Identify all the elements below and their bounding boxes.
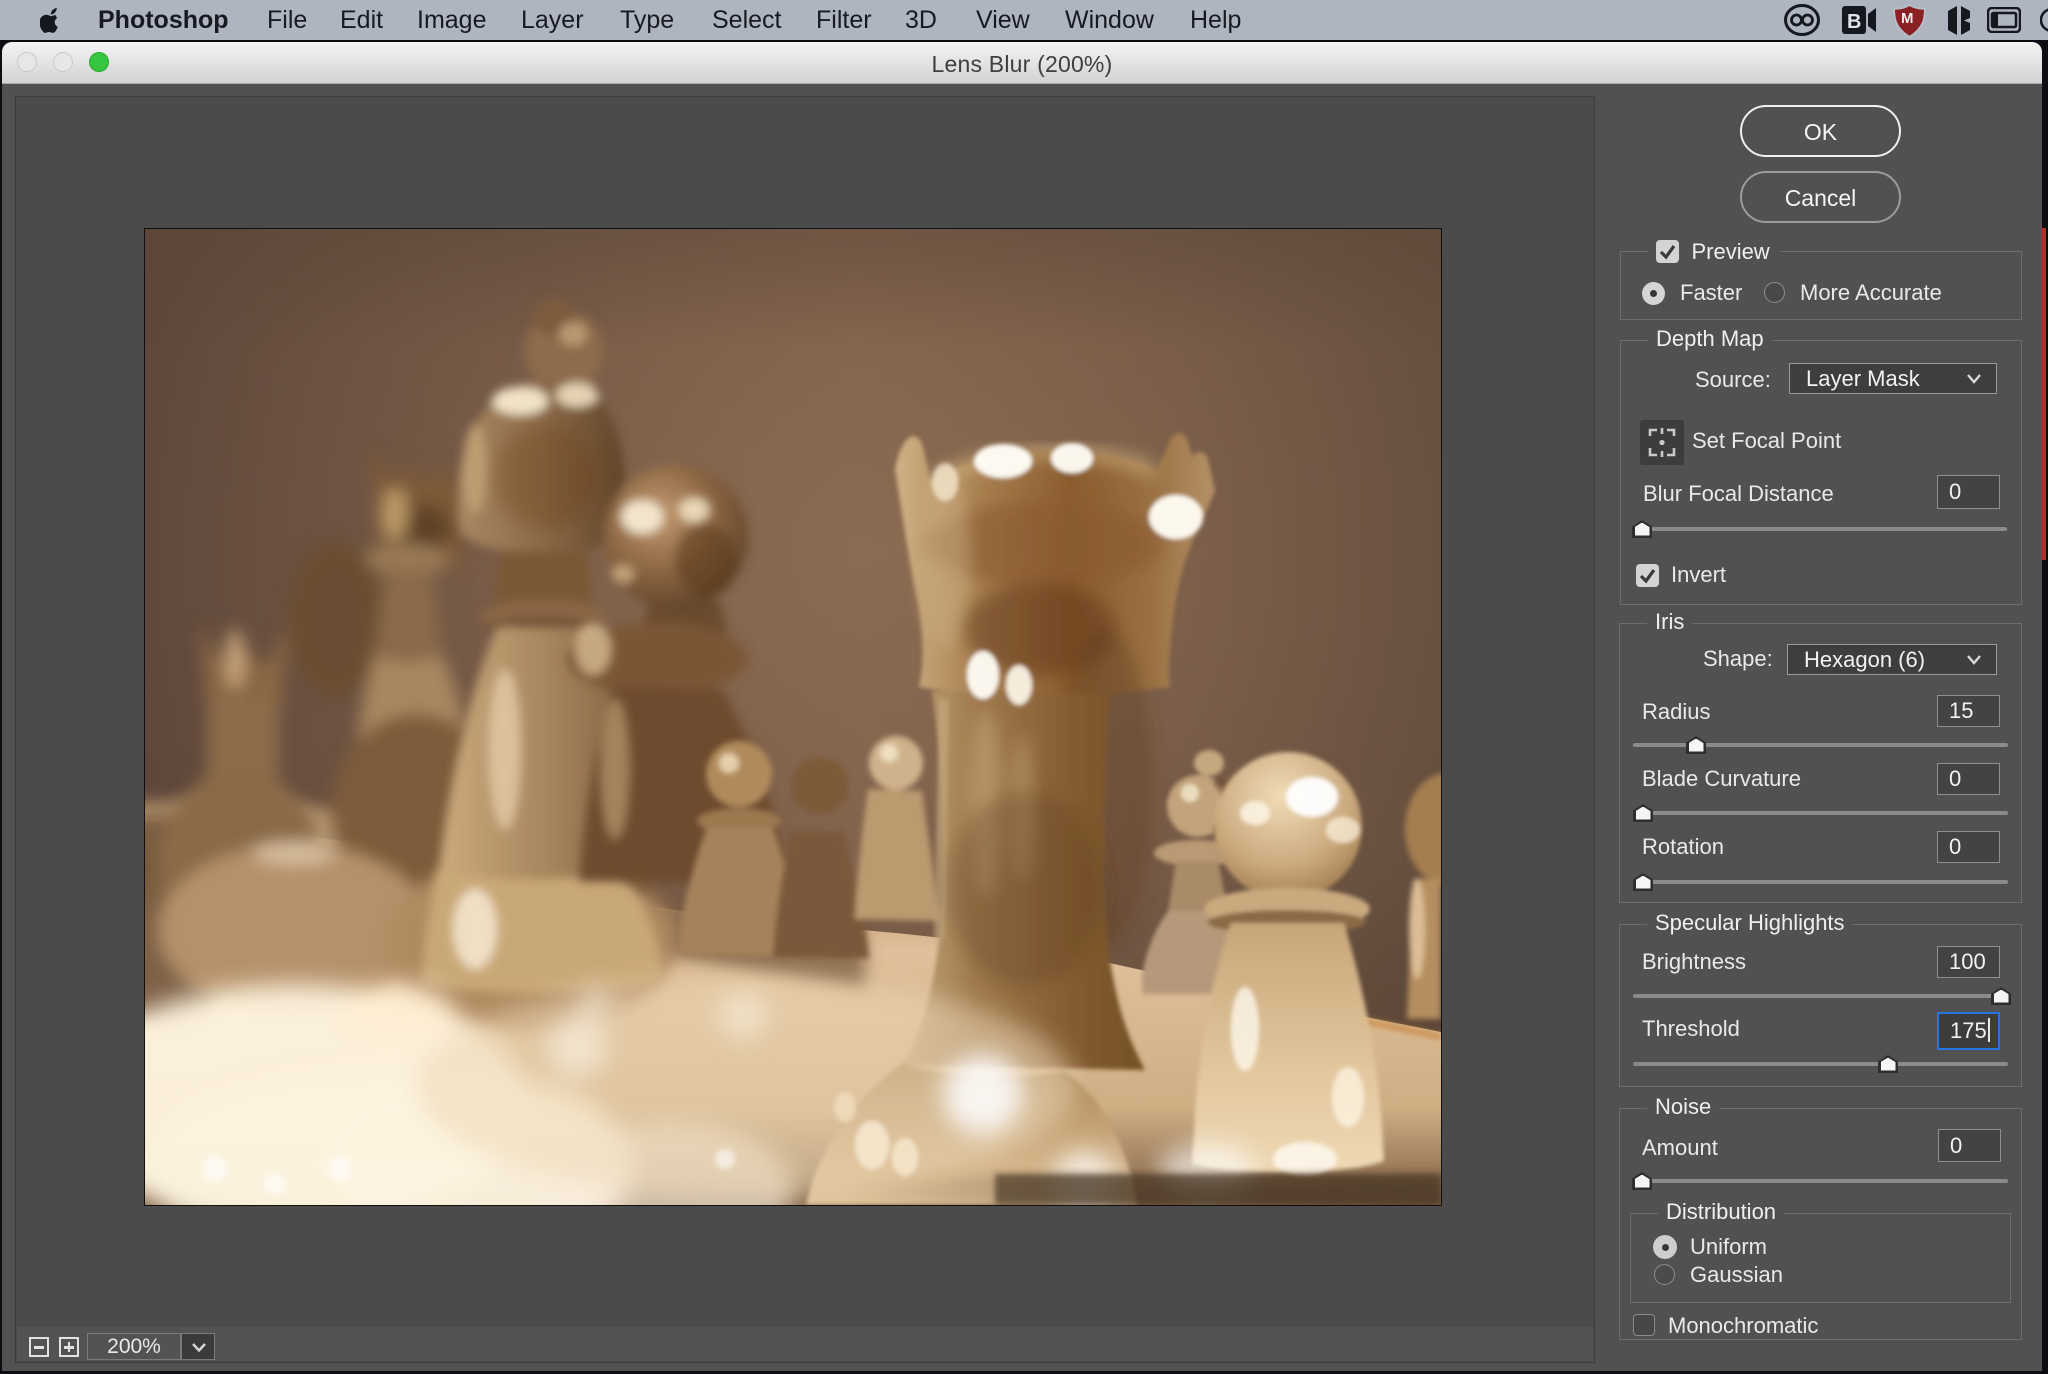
- svg-text:B: B: [1847, 11, 1861, 33]
- svg-text:M: M: [1901, 10, 1914, 27]
